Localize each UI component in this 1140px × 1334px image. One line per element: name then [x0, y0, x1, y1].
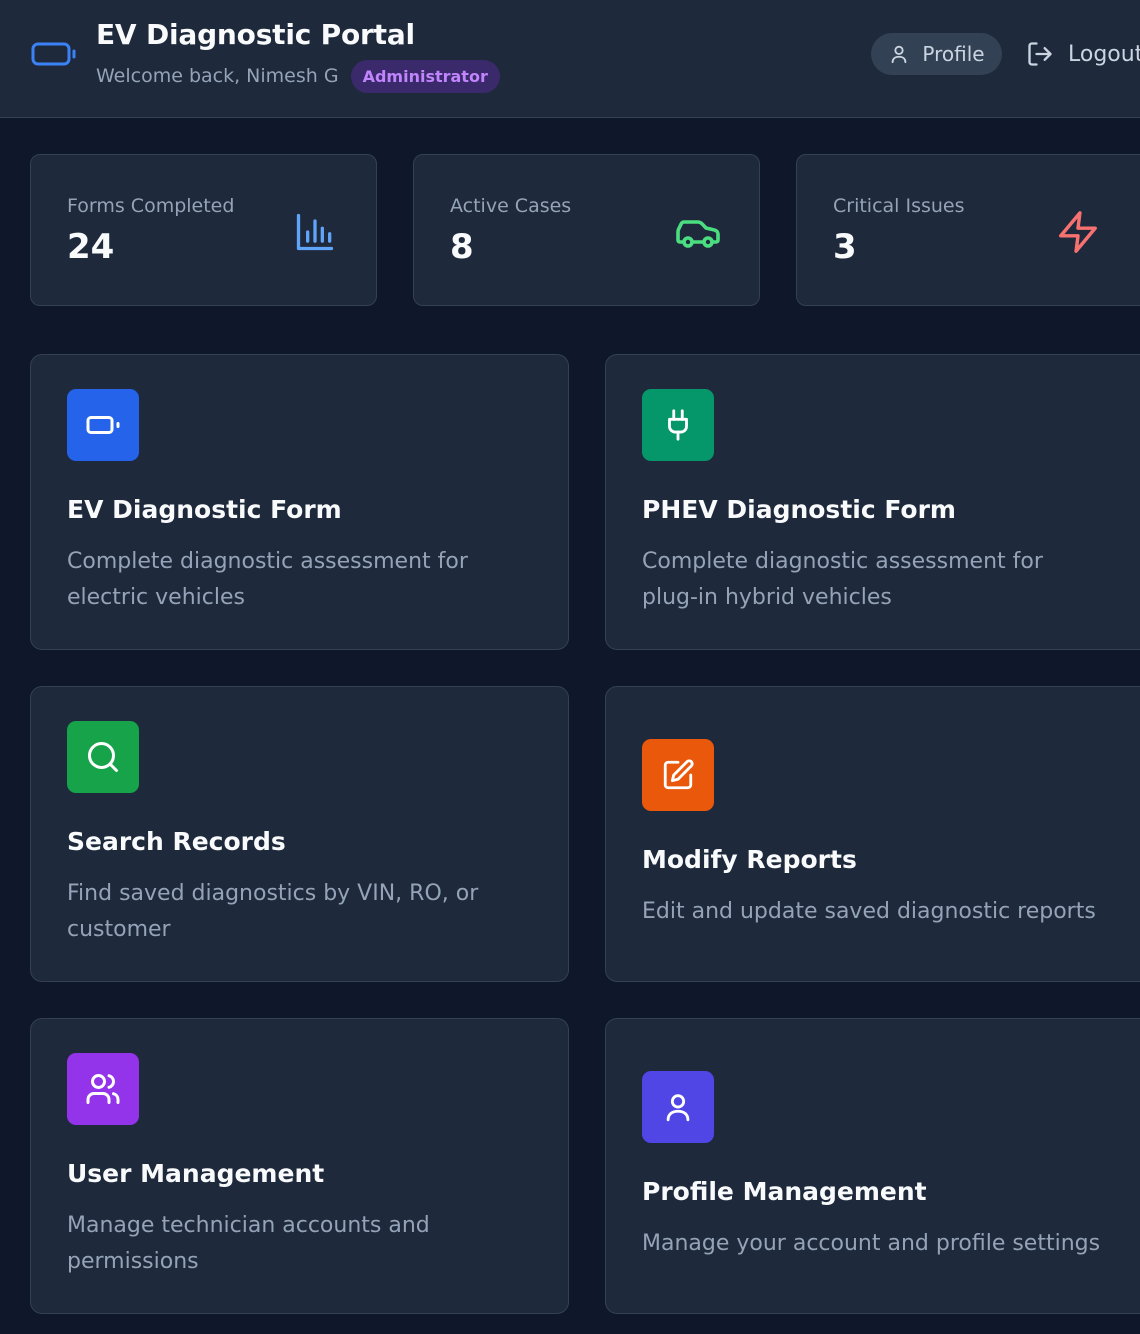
stat-value: 3 — [833, 227, 857, 267]
stat-card-critical-issues: Critical Issues 3 — [796, 154, 1140, 306]
search-icon — [67, 720, 139, 793]
card-profile-management[interactable]: Profile Management Manage your account a… — [605, 1018, 1140, 1314]
car-icon — [673, 207, 723, 257]
plug-icon — [642, 388, 714, 461]
edit-icon — [642, 738, 714, 811]
card-title: Modify Reports — [642, 844, 857, 874]
card-modify-reports[interactable]: Modify Reports Edit and update saved dia… — [605, 686, 1140, 982]
profile-button[interactable]: Profile — [871, 33, 1002, 75]
stat-label: Critical Issues — [833, 195, 965, 217]
logout-button[interactable]: Logout — [1026, 33, 1140, 75]
lightning-icon — [1053, 207, 1103, 257]
battery-icon — [67, 388, 139, 461]
users-icon — [67, 1052, 139, 1125]
logout-label: Logout — [1068, 41, 1140, 67]
stat-card-active-cases: Active Cases 8 — [413, 154, 760, 306]
welcome-text: Welcome back, Nimesh G — [96, 65, 339, 87]
user-icon — [888, 43, 910, 65]
logout-icon — [1026, 40, 1054, 68]
card-description: Manage your account and profile settings — [642, 1230, 1101, 1256]
card-description: Edit and update saved diagnostic reports — [642, 898, 1096, 924]
card-title: PHEV Diagnostic Form — [642, 494, 956, 524]
card-title: Search Records — [67, 826, 286, 856]
card-title: User Management — [67, 1158, 325, 1188]
app-title: EV Diagnostic Portal — [96, 18, 415, 51]
card-description: Complete diagnostic assessment for plug-… — [642, 548, 1043, 610]
role-badge: Administrator — [350, 59, 500, 93]
card-description: Find saved diagnostics by VIN, RO, or cu… — [67, 880, 479, 942]
card-user-management[interactable]: User Management Manage technician accoun… — [30, 1018, 569, 1314]
card-ev-diagnostic-form[interactable]: EV Diagnostic Form Complete diagnostic a… — [30, 354, 569, 650]
card-description: Complete diagnostic assessment for elect… — [67, 548, 468, 610]
stat-label: Forms Completed — [67, 195, 235, 217]
card-description: Manage technician accounts and permissio… — [67, 1212, 430, 1274]
profile-label: Profile — [922, 42, 985, 66]
stat-value: 24 — [67, 227, 115, 267]
stat-value: 8 — [450, 227, 474, 267]
stat-card-forms-completed: Forms Completed 24 — [30, 154, 377, 306]
card-title: EV Diagnostic Form — [67, 494, 342, 524]
battery-icon — [30, 36, 78, 72]
user-icon — [642, 1070, 714, 1143]
card-title: Profile Management — [642, 1176, 927, 1206]
card-phev-diagnostic-form[interactable]: PHEV Diagnostic Form Complete diagnostic… — [605, 354, 1140, 650]
card-search-records[interactable]: Search Records Find saved diagnostics by… — [30, 686, 569, 982]
bar-chart-icon — [290, 207, 340, 257]
welcome-row: Welcome back, Nimesh G Administrator — [96, 58, 500, 94]
stat-label: Active Cases — [450, 195, 572, 217]
app-header: EV Diagnostic Portal Welcome back, Nimes… — [0, 0, 1140, 118]
